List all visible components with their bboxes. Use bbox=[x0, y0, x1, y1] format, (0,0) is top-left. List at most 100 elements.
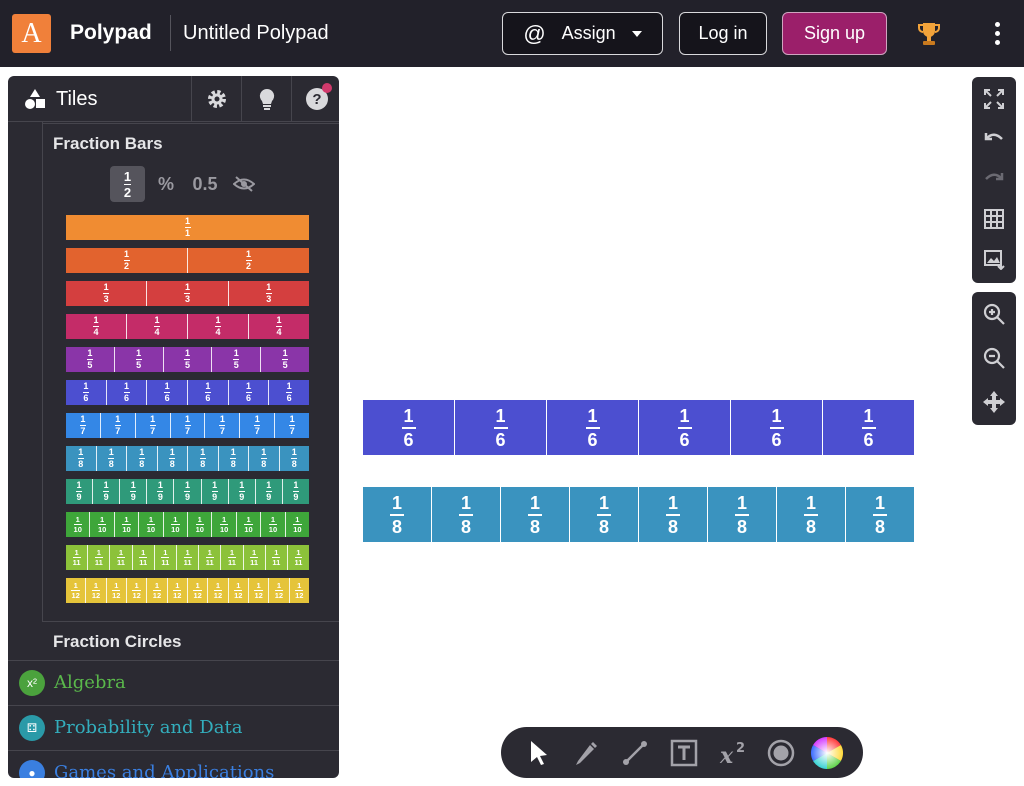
select-tool-button[interactable] bbox=[518, 732, 560, 774]
canvas-fraction-tile[interactable]: 18 bbox=[501, 487, 570, 542]
fraction-tile[interactable]: 1 12 bbox=[228, 578, 249, 603]
fraction-bar-1-7[interactable]: 17 17 17 17 17 17 17 bbox=[66, 413, 310, 438]
fraction-tile[interactable]: 14 bbox=[249, 314, 309, 339]
fraction-tile[interactable]: 16 bbox=[228, 380, 270, 405]
fraction-tile[interactable]: 17 bbox=[275, 413, 310, 438]
document-title[interactable]: Untitled Polypad bbox=[183, 22, 329, 45]
fraction-tile[interactable]: 19 bbox=[255, 479, 283, 504]
fraction-bar-1-8[interactable]: 18 18 18 18 18 18 18 18 bbox=[66, 446, 309, 471]
fraction-tile[interactable]: 1 12 bbox=[106, 578, 127, 603]
line-tool-button[interactable] bbox=[614, 732, 656, 774]
fraction-tile[interactable]: 1 11 bbox=[88, 545, 111, 570]
trophy-icon[interactable] bbox=[916, 20, 942, 48]
fraction-tile[interactable]: 19 bbox=[66, 479, 94, 504]
canvas-fraction-tile[interactable]: 16 bbox=[731, 400, 823, 455]
fraction-tile[interactable]: 1 12 bbox=[147, 578, 168, 603]
fraction-tile[interactable]: 18 bbox=[249, 446, 280, 471]
fraction-bar-1-1[interactable]: 11 bbox=[66, 215, 309, 240]
fraction-tile[interactable]: 19 bbox=[147, 479, 175, 504]
fraction-bar-1-3[interactable]: 13 13 13 bbox=[66, 281, 309, 306]
fraction-bar-1-2[interactable]: 12 12 bbox=[66, 248, 309, 273]
fraction-tile[interactable]: 14 bbox=[188, 314, 249, 339]
pen-tool-button[interactable] bbox=[565, 732, 607, 774]
fraction-tile[interactable]: 1 10 bbox=[261, 512, 286, 537]
fraction-tile[interactable]: 14 bbox=[127, 314, 188, 339]
equation-tool-button[interactable]: x 2 bbox=[712, 732, 754, 774]
canvas-fraction-tile[interactable]: 16 bbox=[455, 400, 547, 455]
settings-button[interactable] bbox=[191, 76, 241, 122]
fraction-tile[interactable]: 14 bbox=[66, 314, 127, 339]
fraction-tile[interactable]: 1 10 bbox=[285, 512, 310, 537]
fraction-tile[interactable]: 1 11 bbox=[132, 545, 155, 570]
fraction-tile[interactable]: 1 12 bbox=[248, 578, 270, 603]
fraction-tile[interactable]: 1 12 bbox=[289, 578, 309, 603]
assign-button[interactable]: @ Assign bbox=[502, 12, 663, 55]
fraction-tile[interactable]: 12 bbox=[188, 248, 309, 273]
fraction-tile[interactable]: 1 10 bbox=[188, 512, 213, 537]
fraction-tile[interactable]: 19 bbox=[120, 479, 148, 504]
fraction-tile[interactable]: 1 10 bbox=[163, 512, 189, 537]
redo-button[interactable] bbox=[972, 159, 1016, 199]
fraction-tile[interactable]: 1 11 bbox=[154, 545, 177, 570]
fraction-tile[interactable]: 1 10 bbox=[90, 512, 115, 537]
fraction-tile[interactable]: 1 11 bbox=[265, 545, 288, 570]
canvas-fraction-tile[interactable]: 18 bbox=[432, 487, 501, 542]
fraction-tile[interactable]: 1 11 bbox=[199, 545, 222, 570]
canvas-fraction-tile[interactable]: 18 bbox=[846, 487, 914, 542]
fraction-tile[interactable]: 15 bbox=[114, 347, 164, 372]
canvas-fraction-bar-1-6[interactable]: 16 16 16 16 16 16 bbox=[363, 400, 914, 455]
fraction-tile[interactable]: 18 bbox=[218, 446, 249, 471]
fraction-tile[interactable]: 19 bbox=[228, 479, 256, 504]
fraction-tile[interactable]: 1 12 bbox=[187, 578, 209, 603]
fraction-tile[interactable]: 1 12 bbox=[126, 578, 148, 603]
fraction-tile[interactable]: 1 10 bbox=[114, 512, 140, 537]
canvas-fraction-tile[interactable]: 18 bbox=[570, 487, 639, 542]
fraction-tile[interactable]: 1 10 bbox=[236, 512, 262, 537]
canvas-fraction-tile[interactable]: 18 bbox=[777, 487, 846, 542]
brand-name[interactable]: Polypad bbox=[70, 21, 152, 45]
fraction-tile[interactable]: 17 bbox=[135, 413, 171, 438]
fraction-tile[interactable]: 1 12 bbox=[167, 578, 188, 603]
fraction-tile[interactable]: 1 11 bbox=[287, 545, 310, 570]
pan-button[interactable] bbox=[972, 382, 1016, 422]
fraction-tile[interactable]: 16 bbox=[188, 380, 229, 405]
fraction-tile[interactable]: 17 bbox=[205, 413, 241, 438]
format-fraction-button[interactable]: 12 bbox=[110, 166, 145, 202]
fraction-tile[interactable]: 15 bbox=[261, 347, 309, 372]
fraction-bars-heading[interactable]: Fraction Bars bbox=[53, 134, 163, 154]
color-picker-button[interactable] bbox=[806, 732, 848, 774]
fraction-tile[interactable]: 1 11 bbox=[176, 545, 200, 570]
fraction-tile[interactable]: 1 12 bbox=[269, 578, 290, 603]
format-percent-button[interactable]: % bbox=[151, 166, 181, 202]
fraction-tile[interactable]: 1 11 bbox=[243, 545, 266, 570]
fraction-tile[interactable]: 17 bbox=[240, 413, 276, 438]
fraction-tile[interactable]: 1 10 bbox=[66, 512, 91, 537]
canvas-fraction-tile[interactable]: 18 bbox=[708, 487, 777, 542]
fraction-tile[interactable]: 1 11 bbox=[110, 545, 133, 570]
fraction-tile[interactable]: 1 10 bbox=[212, 512, 237, 537]
zoom-in-button[interactable] bbox=[972, 294, 1016, 334]
canvas-fraction-tile[interactable]: 16 bbox=[547, 400, 639, 455]
grid-button[interactable] bbox=[972, 199, 1016, 239]
fraction-tile[interactable]: 19 bbox=[282, 479, 309, 504]
fraction-tile[interactable]: 1 12 bbox=[66, 578, 87, 603]
fraction-circles-heading[interactable]: Fraction Circles bbox=[53, 632, 182, 652]
fraction-tile[interactable]: 18 bbox=[96, 446, 127, 471]
text-tool-button[interactable] bbox=[663, 732, 705, 774]
canvas-fraction-tile[interactable]: 18 bbox=[363, 487, 432, 542]
fraction-tile[interactable]: 16 bbox=[269, 380, 310, 405]
hint-button[interactable] bbox=[241, 76, 291, 122]
more-vertical-icon[interactable] bbox=[990, 22, 1004, 46]
fraction-tile[interactable]: 15 bbox=[163, 347, 213, 372]
format-decimal-button[interactable]: 0.5 bbox=[187, 166, 223, 202]
fraction-tile[interactable]: 18 bbox=[66, 446, 97, 471]
category-games-applications[interactable]: ● Games and Applications bbox=[8, 750, 339, 778]
fraction-bar-1-11[interactable]: 1 11 1 11 1 11 1 11 1 11 1 11 1 11 1 11 1 11 1 11 1 11 bbox=[66, 545, 310, 570]
canvas-fraction-tile[interactable]: 16 bbox=[363, 400, 455, 455]
canvas-fraction-tile[interactable]: 16 bbox=[639, 400, 731, 455]
login-button[interactable]: Log in bbox=[679, 12, 767, 55]
signup-button[interactable]: Sign up bbox=[782, 12, 887, 55]
fraction-tile[interactable]: 13 bbox=[228, 281, 309, 306]
fraction-tile[interactable]: 18 bbox=[279, 446, 309, 471]
stroke-size-button[interactable] bbox=[760, 732, 802, 774]
